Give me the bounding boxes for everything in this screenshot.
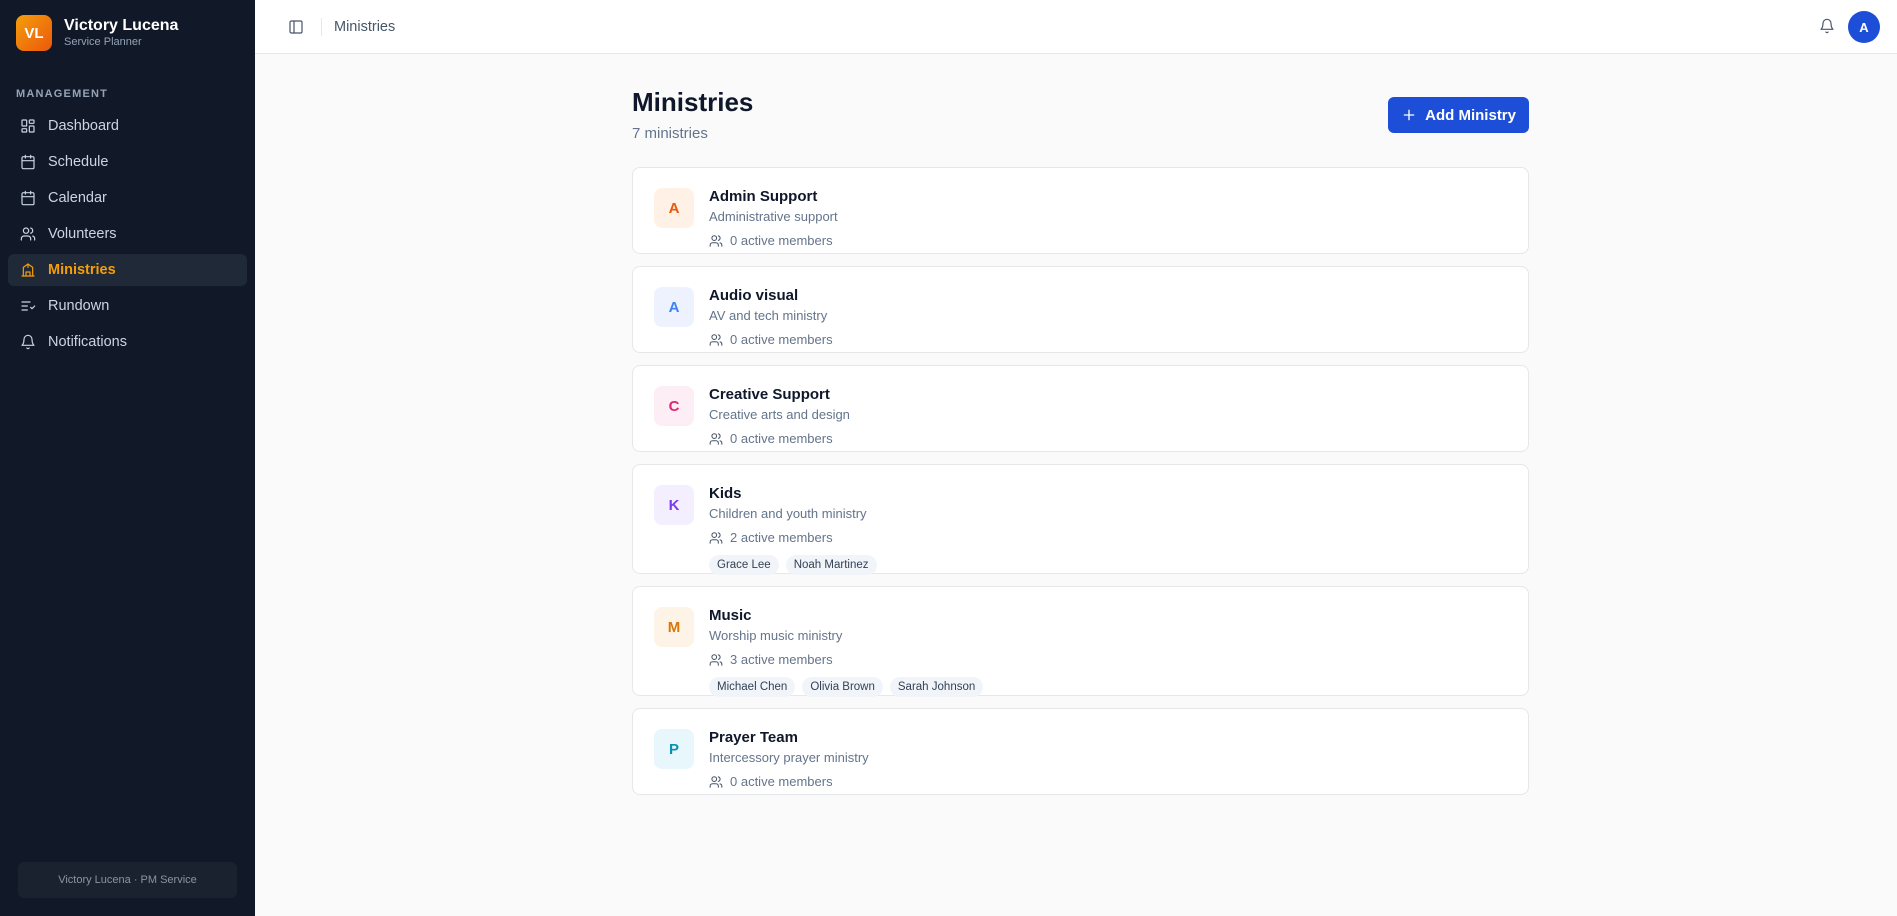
ministry-name: Music bbox=[709, 607, 752, 624]
ministry-card[interactable]: A Audio visual AV and tech ministry 0 activ… bbox=[632, 266, 1529, 353]
ministry-name: Admin Support bbox=[709, 188, 818, 205]
sidebar-item-label: Ministries bbox=[48, 262, 116, 278]
sidebar-item-volunteers[interactable]: Volunteers bbox=[8, 218, 247, 250]
sidebar-item-label: Dashboard bbox=[48, 118, 119, 134]
ministry-description: Worship music ministry bbox=[709, 628, 843, 643]
ministry-name: Audio visual bbox=[709, 287, 799, 304]
member-chip: Grace Lee bbox=[709, 555, 779, 575]
ministry-description: Children and youth ministry bbox=[709, 506, 867, 521]
brand-subtitle: Service Planner bbox=[64, 36, 142, 48]
users-icon bbox=[709, 531, 730, 545]
users-icon bbox=[709, 653, 730, 667]
ministry-description: AV and tech ministry bbox=[709, 308, 828, 323]
brand-logo: VL bbox=[16, 15, 52, 51]
ministry-member-count: 3 active members bbox=[709, 652, 990, 668]
user-avatar[interactable]: A bbox=[1848, 11, 1880, 43]
users-icon bbox=[709, 775, 730, 789]
sidebar-item-label: Volunteers bbox=[48, 226, 117, 242]
ministry-avatar: K bbox=[654, 485, 694, 525]
ministry-card[interactable]: M Music Worship music ministry 3 active mem… bbox=[632, 586, 1529, 697]
ministry-description: Intercessory prayer ministry bbox=[709, 750, 869, 765]
add-ministry-label: Add Ministry bbox=[1425, 106, 1516, 124]
plus-icon bbox=[1403, 109, 1415, 121]
breadcrumb: Ministries bbox=[334, 18, 396, 35]
calendar-icon bbox=[20, 190, 36, 206]
topbar-divider bbox=[321, 17, 322, 36]
ministry-member-count: 0 active members bbox=[709, 233, 838, 249]
sidebar-item-label: Calendar bbox=[48, 190, 107, 206]
sidebar-toggle-icon[interactable] bbox=[287, 18, 305, 36]
member-chips: Grace Lee Noah Martinez bbox=[709, 555, 884, 575]
ministry-avatar: C bbox=[654, 386, 694, 426]
ministry-avatar: M bbox=[654, 607, 694, 647]
ministry-avatar: A bbox=[654, 188, 694, 228]
ministry-description: Creative arts and design bbox=[709, 407, 850, 422]
ministry-avatar: P bbox=[654, 729, 694, 769]
ministry-card[interactable]: C Creative Support Creative arts and desig… bbox=[632, 365, 1529, 452]
ministry-description: Administrative support bbox=[709, 209, 838, 224]
ministry-card[interactable]: P Prayer Team Intercessory prayer ministry… bbox=[632, 708, 1529, 795]
list-icon bbox=[20, 298, 36, 314]
main-content: Ministries 7 ministries Add Ministry A Ad… bbox=[632, 86, 1529, 795]
sidebar-item-ministries[interactable]: Ministries bbox=[8, 254, 247, 286]
ministry-name: Kids bbox=[709, 485, 742, 502]
dashboard-icon bbox=[20, 118, 36, 134]
building-icon bbox=[20, 262, 36, 278]
ministry-name: Prayer Team bbox=[709, 729, 798, 746]
ministry-card[interactable]: K Kids Children and youth ministry 2 active… bbox=[632, 464, 1529, 575]
sidebar-item-label: Rundown bbox=[48, 298, 110, 314]
calendar-icon bbox=[20, 154, 36, 170]
users-icon bbox=[20, 226, 36, 242]
ministry-member-count: 0 active members bbox=[709, 332, 833, 348]
ministry-avatar: A bbox=[654, 287, 694, 327]
ministry-card[interactable]: A Admin Support Administrative support 0 ac… bbox=[632, 167, 1529, 254]
member-chip: Sarah Johnson bbox=[889, 677, 984, 697]
member-chip: Michael Chen bbox=[709, 677, 796, 697]
users-icon bbox=[709, 234, 730, 248]
sidebar-nav: Dashboard Schedule Calendar Volunteers Minis… bbox=[0, 110, 255, 358]
sidebar-item-rundown[interactable]: Rundown bbox=[8, 290, 247, 322]
brand[interactable]: VL Victory Lucena Service Planner bbox=[0, 0, 255, 66]
topbar: Ministries A bbox=[255, 0, 1897, 54]
ministry-member-count: 2 active members bbox=[709, 530, 884, 546]
member-chips: Michael Chen Olivia Brown Sarah Johnson bbox=[709, 677, 990, 697]
sidebar-item-calendar[interactable]: Calendar bbox=[8, 182, 247, 214]
brand-name: Victory Lucena bbox=[64, 17, 179, 34]
ministry-member-count: 0 active members bbox=[709, 774, 869, 790]
sidebar-item-label: Schedule bbox=[48, 154, 109, 170]
bell-icon[interactable] bbox=[1819, 18, 1835, 39]
sidebar-footer: Victory Lucena · PM Service bbox=[18, 862, 237, 898]
ministry-name: Creative Support bbox=[709, 386, 830, 403]
bell-icon bbox=[20, 334, 36, 350]
sidebar-item-notifications[interactable]: Notifications bbox=[8, 326, 247, 358]
sidebar-item-dashboard[interactable]: Dashboard bbox=[8, 110, 247, 142]
sidebar-item-label: Notifications bbox=[48, 334, 127, 350]
users-icon bbox=[709, 333, 730, 347]
sidebar-item-schedule[interactable]: Schedule bbox=[8, 146, 247, 178]
sidebar: VL Victory Lucena Service Planner MANAGE… bbox=[0, 0, 255, 916]
ministry-member-count: 0 active members bbox=[709, 431, 850, 447]
member-chip: Olivia Brown bbox=[802, 677, 883, 697]
users-icon bbox=[709, 432, 730, 446]
add-ministry-button[interactable]: Add Ministry bbox=[1388, 97, 1529, 133]
nav-section-label: MANAGEMENT bbox=[16, 88, 109, 100]
member-chip: Noah Martinez bbox=[785, 555, 877, 575]
